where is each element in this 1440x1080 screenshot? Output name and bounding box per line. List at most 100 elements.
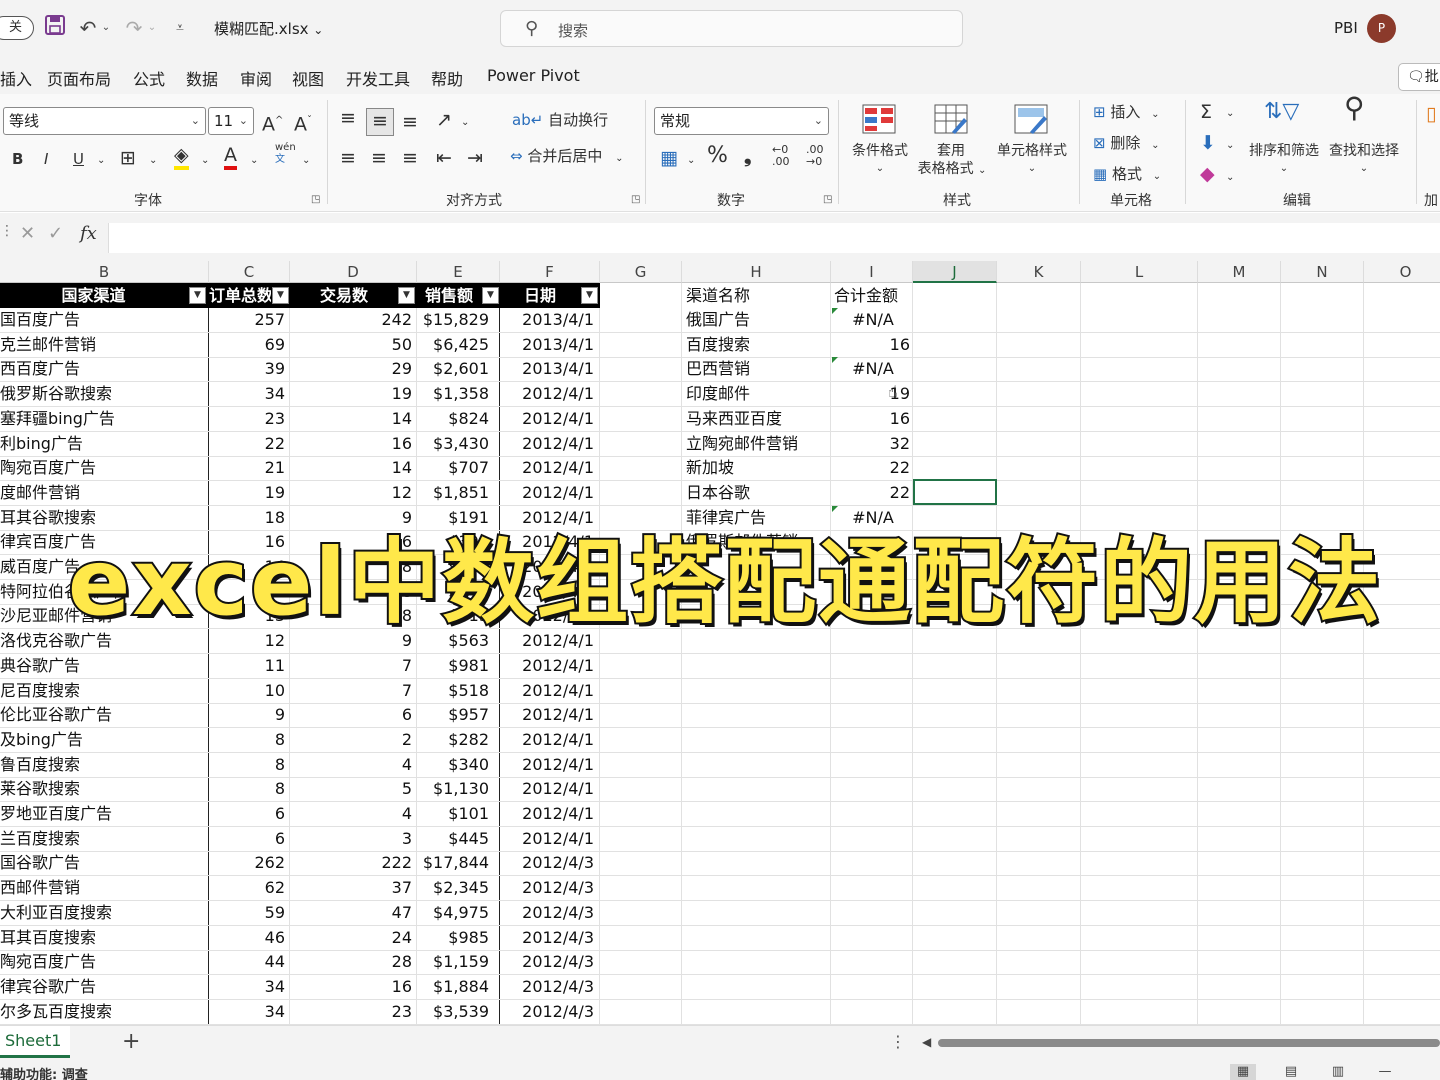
orders-cell[interactable]: 34 bbox=[209, 382, 287, 406]
percent-icon[interactable]: % bbox=[707, 144, 728, 168]
page-break-view-icon[interactable]: ▥ bbox=[1325, 1064, 1351, 1080]
date-cell[interactable]: 2012/4/3 bbox=[500, 851, 596, 875]
autosave-toggle[interactable]: 关 bbox=[0, 16, 34, 40]
italic-button[interactable]: I bbox=[44, 147, 48, 171]
orders-cell[interactable]: 59 bbox=[209, 901, 287, 925]
channel-cell[interactable]: 利bing广告 bbox=[0, 432, 207, 456]
underline-button[interactable]: U bbox=[73, 147, 84, 171]
align-middle-icon[interactable]: ≡ bbox=[366, 108, 394, 136]
zoom-out-icon[interactable]: — bbox=[1372, 1064, 1398, 1080]
column-header-m[interactable]: M bbox=[1198, 261, 1281, 283]
orders-cell[interactable]: 69 bbox=[209, 333, 287, 357]
customize-toolbar-icon[interactable]: ⩡ bbox=[170, 14, 190, 42]
sales-cell[interactable]: $981 bbox=[417, 654, 491, 678]
date-cell[interactable]: 2012/4/1 bbox=[500, 802, 596, 826]
selected-cell[interactable] bbox=[913, 479, 997, 505]
channel-cell[interactable]: 兰百度搜索 bbox=[0, 827, 207, 851]
phonetic-icon[interactable]: wén 文 bbox=[275, 142, 296, 166]
fill-color-icon[interactable]: ◈ bbox=[174, 144, 189, 170]
orders-cell[interactable]: 46 bbox=[209, 926, 287, 950]
add-sheet-icon[interactable]: + bbox=[122, 1029, 140, 1054]
decrease-indent-icon[interactable]: ⇤ bbox=[436, 146, 452, 170]
transactions-cell[interactable]: 14 bbox=[290, 456, 414, 480]
clear-icon[interactable]: ◆ bbox=[1200, 162, 1215, 186]
currency-dropdown-icon[interactable]: ⌄ bbox=[687, 149, 695, 173]
increase-indent-icon[interactable]: ⇥ bbox=[467, 146, 483, 170]
date-cell[interactable]: 2012/4/1 bbox=[500, 728, 596, 752]
decrease-decimal-icon[interactable]: .00 →0 bbox=[806, 144, 824, 168]
channel-cell[interactable]: 典谷歌广告 bbox=[0, 654, 207, 678]
sales-cell[interactable]: $17,844 bbox=[417, 851, 491, 875]
transactions-cell[interactable]: 7 bbox=[290, 679, 414, 703]
transactions-cell[interactable]: 242 bbox=[290, 308, 414, 332]
menu-developer[interactable]: 开发工具 bbox=[346, 66, 410, 90]
redo-dropdown-icon[interactable]: ⌄ bbox=[146, 14, 158, 42]
fill-dropdown-icon[interactable]: ⌄ bbox=[1226, 134, 1234, 158]
transactions-cell[interactable]: 29 bbox=[290, 357, 414, 381]
channel-cell[interactable]: 西百度广告 bbox=[0, 357, 207, 381]
lookup-total-cell[interactable]: 19 bbox=[834, 382, 912, 406]
alignment-dialog-launcher-icon[interactable]: ◳ bbox=[631, 194, 640, 205]
lookup-channel-cell[interactable]: 日本谷歌 bbox=[686, 481, 828, 505]
transactions-cell[interactable]: 222 bbox=[290, 851, 414, 875]
date-cell[interactable]: 2013/4/1 bbox=[500, 357, 596, 381]
column-header-f[interactable]: F bbox=[500, 261, 600, 283]
sales-cell[interactable]: $518 bbox=[417, 679, 491, 703]
number-format-select[interactable]: 常规 ⌄ bbox=[654, 107, 829, 135]
sales-cell[interactable]: $445 bbox=[417, 827, 491, 851]
date-cell[interactable]: 2012/4/1 bbox=[500, 382, 596, 406]
lookup-total-cell[interactable]: 16 bbox=[834, 407, 912, 431]
increase-font-icon[interactable]: A^ bbox=[262, 109, 283, 136]
clear-dropdown-icon[interactable]: ⌄ bbox=[1226, 166, 1234, 190]
bold-button[interactable]: B bbox=[12, 147, 23, 171]
sales-cell[interactable]: $2,601 bbox=[417, 357, 491, 381]
delete-cells-button[interactable]: ⊠ 删除 ⌄ bbox=[1093, 131, 1160, 158]
channel-cell[interactable]: 伦比亚谷歌广告 bbox=[0, 703, 207, 727]
channel-cell[interactable]: 尼百度搜索 bbox=[0, 679, 207, 703]
horizontal-scrollbar[interactable]: ◀ bbox=[920, 1035, 1440, 1051]
font-color-dropdown-icon[interactable]: ⌄ bbox=[250, 149, 258, 173]
date-cell[interactable]: 2012/4/1 bbox=[500, 703, 596, 727]
column-header-n[interactable]: N bbox=[1281, 261, 1364, 283]
transactions-cell[interactable]: 47 bbox=[290, 901, 414, 925]
orders-cell[interactable]: 10 bbox=[209, 679, 287, 703]
align-top-icon[interactable]: ≡ bbox=[340, 106, 356, 130]
underline-dropdown-icon[interactable]: ⌄ bbox=[97, 149, 105, 173]
normal-view-icon[interactable]: ▦ bbox=[1230, 1064, 1256, 1080]
transactions-cell[interactable]: 14 bbox=[290, 407, 414, 431]
transactions-cell[interactable]: 7 bbox=[290, 654, 414, 678]
transactions-cell[interactable]: 50 bbox=[290, 333, 414, 357]
channel-cell[interactable]: 耳其百度搜索 bbox=[0, 926, 207, 950]
insert-function-icon[interactable]: fx bbox=[80, 223, 97, 244]
column-header-g[interactable]: G bbox=[600, 261, 682, 283]
align-bottom-icon[interactable]: ≡ bbox=[402, 110, 418, 134]
menu-power-pivot[interactable]: Power Pivot bbox=[487, 66, 580, 85]
column-header-h[interactable]: H bbox=[682, 261, 831, 283]
transactions-cell[interactable]: 6 bbox=[290, 703, 414, 727]
date-cell[interactable]: 2012/4/3 bbox=[500, 901, 596, 925]
sales-cell[interactable]: $707 bbox=[417, 456, 491, 480]
column-header-e[interactable]: E bbox=[417, 261, 500, 283]
lookup-total-cell[interactable]: 32 bbox=[834, 432, 912, 456]
sales-cell[interactable]: $1,130 bbox=[417, 777, 491, 801]
orders-cell[interactable]: 257 bbox=[209, 308, 287, 332]
sales-cell[interactable]: $340 bbox=[417, 753, 491, 777]
border-dropdown-icon[interactable]: ⌄ bbox=[149, 149, 157, 173]
date-cell[interactable]: 2012/4/1 bbox=[500, 827, 596, 851]
sales-cell[interactable]: $282 bbox=[417, 728, 491, 752]
wrap-text-button[interactable]: ab↵ 自动换行 bbox=[512, 108, 608, 132]
column-header-i[interactable]: I bbox=[831, 261, 913, 283]
font-dialog-launcher-icon[interactable]: ◳ bbox=[311, 194, 320, 205]
orientation-icon[interactable]: ↗ bbox=[436, 108, 452, 132]
font-size-select[interactable]: 11 ⌄ bbox=[208, 107, 254, 135]
sales-cell[interactable]: $6,425 bbox=[417, 333, 491, 357]
formula-input[interactable] bbox=[108, 223, 1440, 253]
channel-cell[interactable]: 国谷歌广告 bbox=[0, 851, 207, 875]
date-cell[interactable]: 2012/4/1 bbox=[500, 481, 596, 505]
orders-cell[interactable]: 6 bbox=[209, 802, 287, 826]
date-cell[interactable]: 2012/4/3 bbox=[500, 950, 596, 974]
transactions-cell[interactable]: 19 bbox=[290, 382, 414, 406]
sales-cell[interactable]: $957 bbox=[417, 703, 491, 727]
more-icon[interactable]: ⋮ bbox=[0, 223, 14, 239]
fill-dropdown-icon[interactable]: ⌄ bbox=[201, 149, 209, 173]
